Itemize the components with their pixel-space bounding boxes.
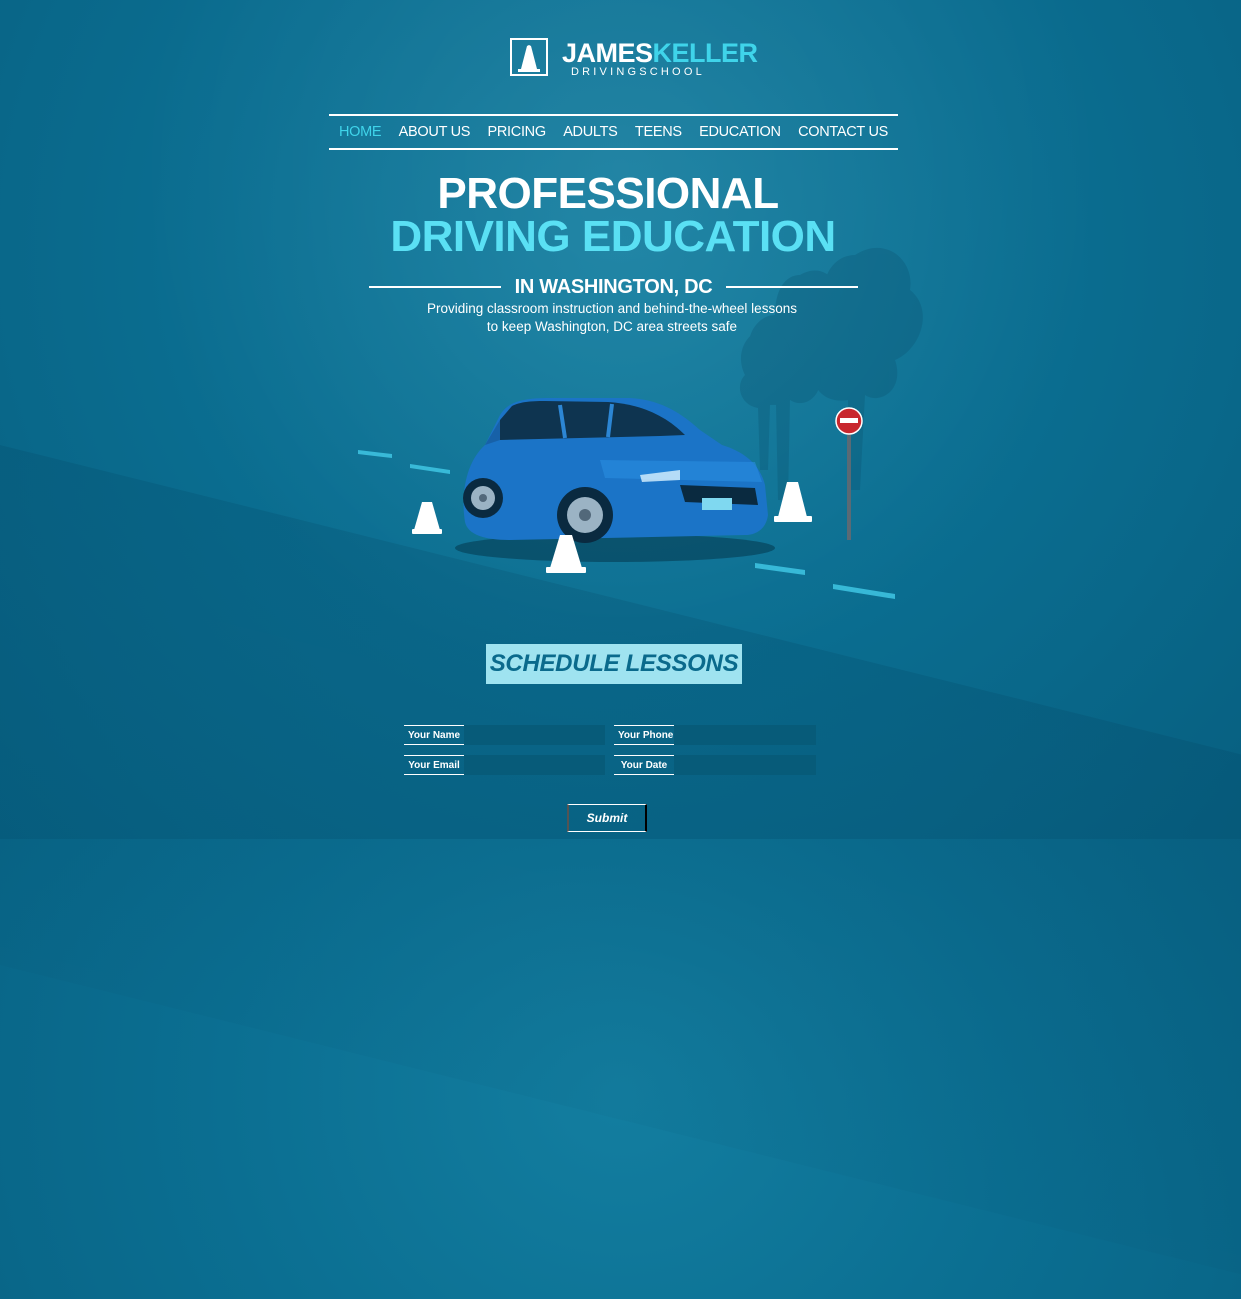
email-input[interactable] [464,755,605,775]
name-input[interactable] [464,725,605,745]
logo-name-first: JAMES [562,38,653,68]
name-field-group: Your Name [404,725,605,745]
name-label: Your Name [404,725,464,745]
phone-field-group: Your Phone [614,725,816,745]
logo-subtitle: DRIVINGSCHOOL [571,66,705,78]
email-field-group: Your Email [404,755,605,775]
nav-about-us[interactable]: ABOUT US [399,124,471,140]
traffic-cone-left [412,502,442,534]
nav-home[interactable]: HOME [339,124,382,140]
schedule-heading-text: SCHEDULE LESSONS [489,650,739,677]
hero-tagline: Providing classroom instruction and behi… [0,300,1224,336]
phone-input[interactable] [674,725,816,745]
main-nav: HOME ABOUT US PRICING ADULTS TEENS EDUCA… [329,114,898,150]
logo-name-last: KELLER [652,38,759,68]
nav-adults[interactable]: ADULTS [563,124,618,140]
date-label: Your Date [614,755,674,775]
date-field-group: Your Date [614,755,816,775]
divider-left [369,286,501,288]
divider-right [726,286,858,288]
nav-teens[interactable]: TEENS [635,124,682,140]
hero-location: IN WASHINGTON, DC [514,275,713,298]
logo-name: JAMESKELLER [562,38,758,68]
hero-tagline-line1: Providing classroom instruction and behi… [427,301,797,316]
date-input[interactable] [674,755,816,775]
car [463,398,768,543]
nav-education[interactable]: EDUCATION [699,124,781,140]
traffic-cone-icon [510,38,548,76]
nav-pricing[interactable]: PRICING [488,124,547,140]
hero-title-line1: PROFESSIONAL [437,169,779,218]
schedule-heading: SCHEDULE LESSONS [486,644,742,684]
location-row: IN WASHINGTON, DC [369,272,858,302]
phone-label: Your Phone [614,725,674,745]
nav-contact-us[interactable]: CONTACT US [798,124,888,140]
email-label: Your Email [404,755,464,775]
submit-button[interactable]: Submit [567,804,647,832]
hero-tagline-line2: to keep Washington, DC area streets safe [486,319,738,334]
hero-title-line2: DRIVING EDUCATION [390,212,836,261]
